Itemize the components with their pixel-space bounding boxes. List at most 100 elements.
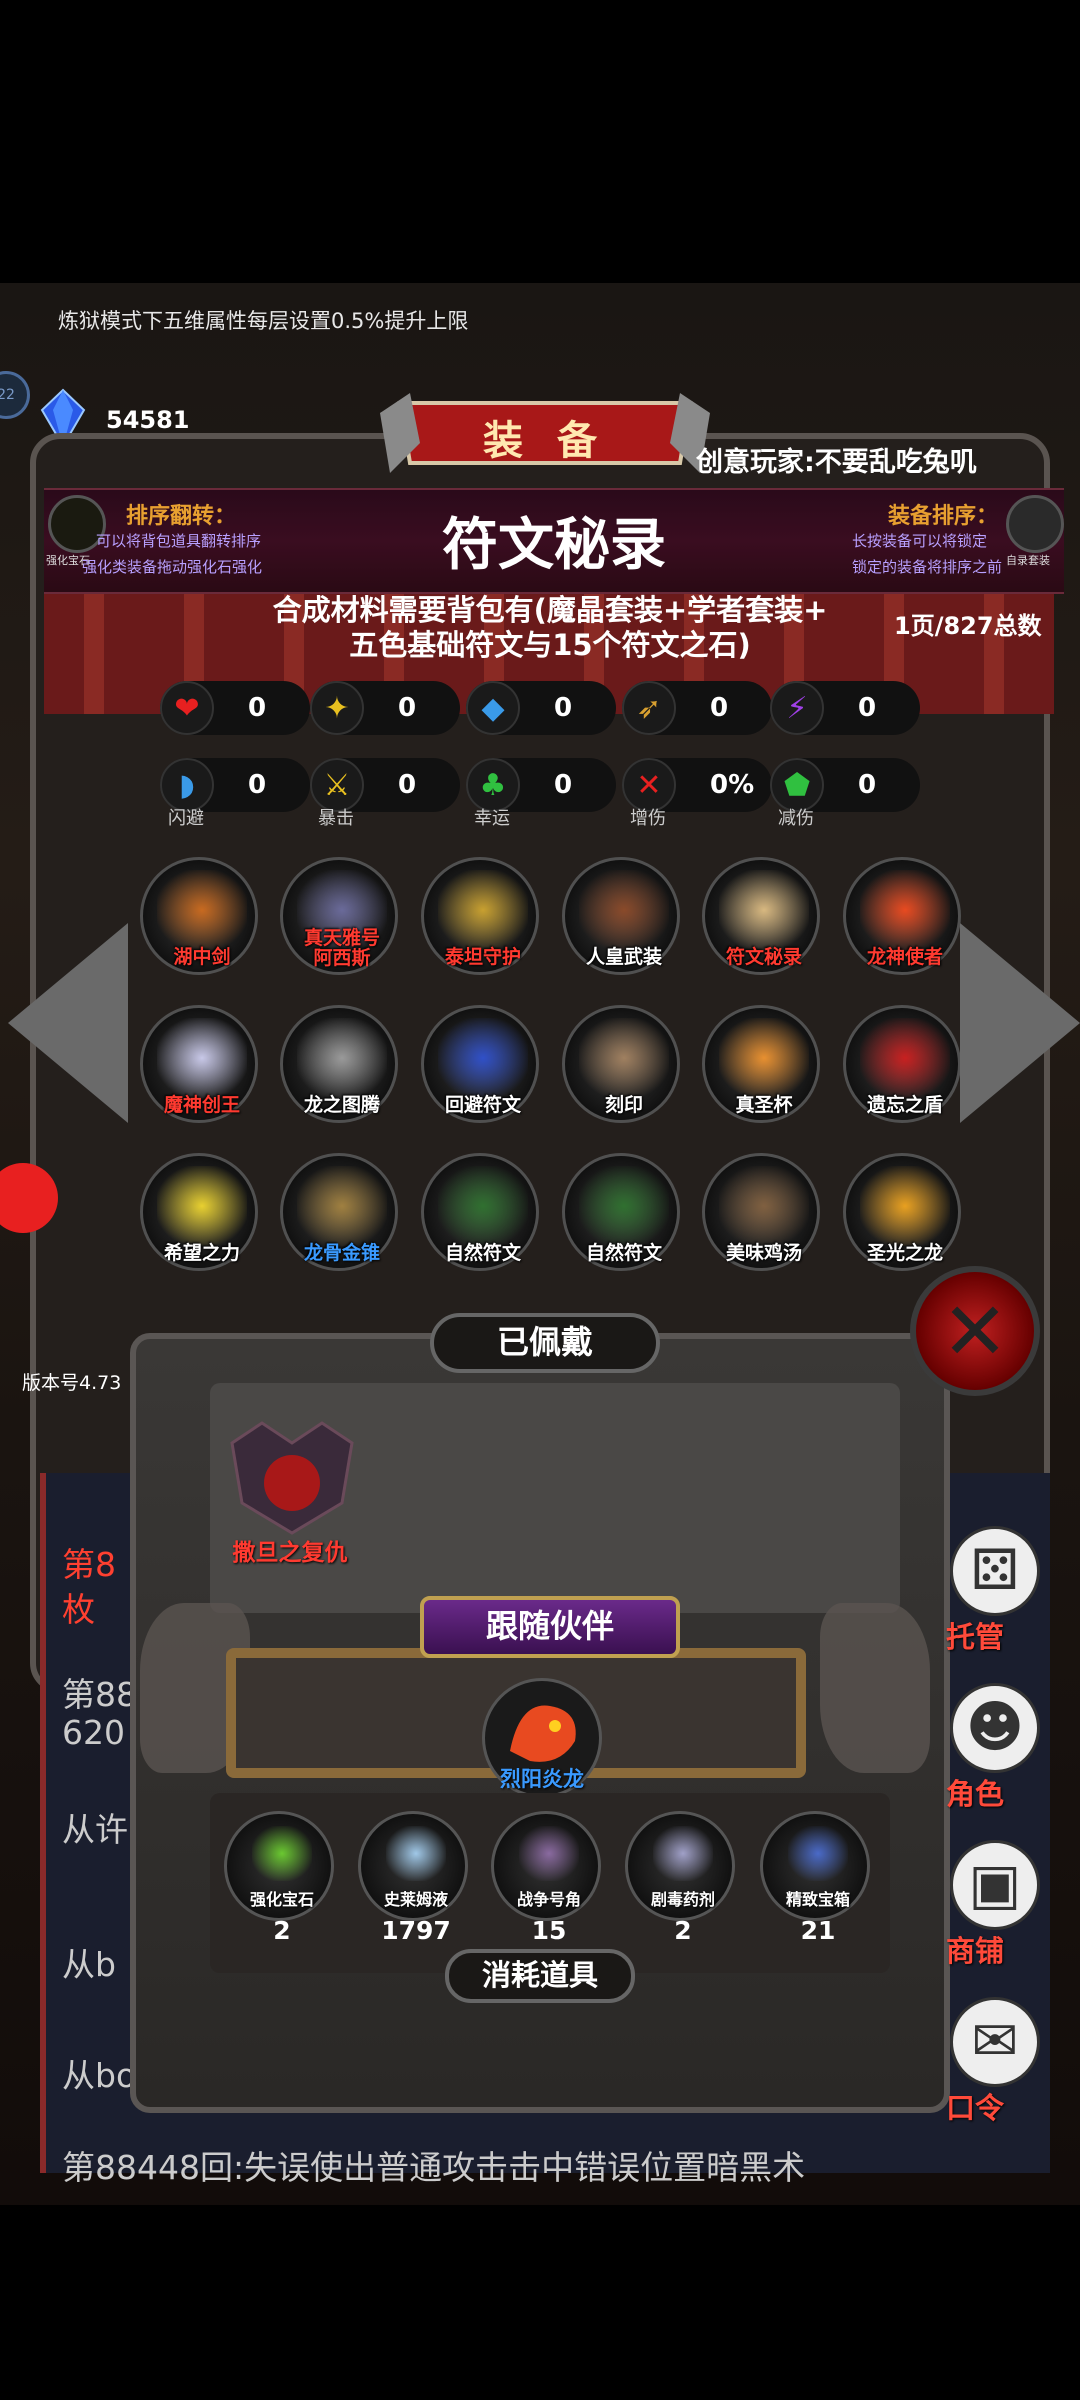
stat-value: 0 xyxy=(398,693,417,723)
consumable-label: 战争号角 xyxy=(516,1890,581,1909)
item-slot[interactable]: 回避符文 xyxy=(421,1005,539,1123)
consumable-count: 2 xyxy=(674,1916,692,1945)
stat-value: 0 xyxy=(858,770,877,800)
item-slot[interactable]: 真圣杯 xyxy=(702,1005,820,1123)
item-icon xyxy=(860,1018,950,1098)
item-icon xyxy=(157,1018,247,1098)
item-slot[interactable]: 希望之力 xyxy=(140,1153,258,1271)
worn-item-label: 撒旦之复仇 xyxy=(232,1540,348,1566)
log-line: 枚 xyxy=(62,1590,95,1629)
item-icon xyxy=(438,1018,528,1098)
consumable-slot[interactable]: 剧毒药剂 2 xyxy=(625,1811,735,1945)
consumable-label: 强化宝石 xyxy=(249,1890,314,1909)
companion-tab[interactable]: 跟随伙伴 xyxy=(420,1596,680,1658)
stat-label: 闪避 xyxy=(168,808,204,829)
bow-icon: ➶ xyxy=(622,681,676,735)
custom-suit-button[interactable] xyxy=(1006,495,1064,553)
stat-value: 0 xyxy=(710,693,729,723)
prev-page-arrow[interactable] xyxy=(8,923,128,1123)
item-label: 刻印 xyxy=(604,1094,643,1116)
log-line: 第88 xyxy=(62,1675,137,1714)
log-line: 从b xyxy=(62,1945,116,1984)
item-slot[interactable]: 自然符文 xyxy=(562,1153,680,1271)
stat-label: 幸运 xyxy=(474,808,510,829)
side-button-label[interactable]: 口令 xyxy=(946,2085,1004,2127)
item-icon xyxy=(579,870,669,950)
item-slot[interactable]: 圣光之龙 xyxy=(843,1153,961,1271)
game-screen: 炼狱模式下五维属性每层设置0.5%提升上限 22 宝石 54581 装 备 创意… xyxy=(0,283,1080,2205)
stat-label: 减伤 xyxy=(778,808,814,829)
panel-title: 装 备 xyxy=(483,418,607,464)
item-slot[interactable]: 自然符文 xyxy=(421,1153,539,1271)
gem-count: 54581 xyxy=(106,406,190,434)
shop-icon[interactable]: ▣ xyxy=(950,1840,1040,1930)
item-slot[interactable]: 龙神使者 xyxy=(843,857,961,975)
item-slot[interactable]: 泰坦守护 xyxy=(421,857,539,975)
consumable-count: 21 xyxy=(800,1916,836,1945)
status-bar-area xyxy=(0,0,1080,283)
item-label: 龙神使者 xyxy=(866,946,943,968)
stat-value: 0% xyxy=(710,770,755,800)
item-label: 回避符文 xyxy=(444,1094,521,1116)
consumable-slot[interactable]: 精致宝箱 21 xyxy=(760,1811,870,1945)
dragon-statue-right xyxy=(820,1603,930,1773)
consumable-label: 精致宝箱 xyxy=(785,1890,850,1909)
stat-value: 0 xyxy=(248,693,267,723)
item-icon xyxy=(860,1166,950,1246)
scroll-icon[interactable]: ✉ xyxy=(950,1997,1040,2087)
armor-icon: ✦ xyxy=(310,681,364,735)
consumable-slot[interactable]: 史莱姆液 1797 xyxy=(358,1811,468,1945)
boot-icon: ◆ xyxy=(466,681,520,735)
log-line: 第88448回:失误使出普通攻击击中错误位置暗黑术 xyxy=(62,2148,806,2187)
level-badge[interactable]: 22 xyxy=(0,371,30,419)
consumable-slot[interactable]: 战争号角 15 xyxy=(491,1811,601,1945)
log-line: 从许 xyxy=(62,1810,128,1849)
item-icon xyxy=(438,1166,528,1246)
page-info: 1页/827总数 xyxy=(894,612,1042,640)
item-label: 自然符文 xyxy=(444,1242,521,1264)
close-icon: ✕ xyxy=(941,1284,1009,1378)
item-label: 魔神创王 xyxy=(163,1094,240,1116)
item-slot[interactable]: 魔神创王 xyxy=(140,1005,258,1123)
item-slot[interactable]: 美味鸡汤 xyxy=(702,1153,820,1271)
consumable-slot[interactable]: 强化宝石 2 xyxy=(224,1811,334,1945)
item-icon xyxy=(157,1166,247,1246)
companion-label: 烈阳炎龙 xyxy=(500,1767,584,1791)
item-slot[interactable]: 湖中剑 xyxy=(140,857,258,975)
side-button-label[interactable]: 角色 xyxy=(946,1771,1004,1813)
nav-bar-area xyxy=(0,2205,1080,2400)
item-slot[interactable]: 人皇武装 xyxy=(562,857,680,975)
worn-tab[interactable]: 已佩戴 xyxy=(430,1313,660,1373)
close-button[interactable]: ✕ xyxy=(910,1266,1040,1396)
consumable-icon xyxy=(386,1826,446,1881)
next-page-arrow[interactable] xyxy=(960,923,1080,1123)
fire-dragon-icon xyxy=(510,1705,576,1762)
consumable-label: 史莱姆液 xyxy=(383,1890,448,1909)
item-slot[interactable]: 龙之图腾 xyxy=(280,1005,398,1123)
character-icon[interactable]: ☻ xyxy=(950,1683,1040,1773)
item-slot[interactable]: 龙骨金锥 xyxy=(280,1153,398,1271)
item-slot[interactable]: 真天雅号 阿西斯 xyxy=(280,857,398,975)
item-label: 真天雅号 阿西斯 xyxy=(303,927,380,969)
worn-item-icon[interactable] xyxy=(222,1403,362,1543)
version-text: 版本号4.73 xyxy=(22,1372,122,1394)
item-slot[interactable]: 符文秘录 xyxy=(702,857,820,975)
consumable-label: 剧毒药剂 xyxy=(650,1890,715,1909)
item-label: 符文秘录 xyxy=(725,946,802,968)
equip-sort-button[interactable]: 装备排序： xyxy=(888,498,998,530)
item-icon xyxy=(579,1166,669,1246)
custom-suit-label: 自录套装 xyxy=(1006,554,1050,567)
item-slot[interactable]: 刻印 xyxy=(562,1005,680,1123)
dice-icon[interactable]: ⚄ xyxy=(950,1526,1040,1616)
side-button-label[interactable]: 商铺 xyxy=(946,1928,1004,1970)
item-label: 湖中剑 xyxy=(173,946,231,968)
item-slot[interactable]: 遗忘之盾 xyxy=(843,1005,961,1123)
item-icon xyxy=(860,870,950,950)
consumables-tab[interactable]: 消耗道具 xyxy=(445,1949,635,2003)
item-icon xyxy=(719,1018,809,1098)
log-line: 第8 xyxy=(62,1545,116,1584)
item-label: 泰坦守护 xyxy=(444,946,521,968)
item-icon xyxy=(719,870,809,950)
item-icon xyxy=(157,870,247,950)
side-button-label[interactable]: 托管 xyxy=(946,1614,1004,1656)
